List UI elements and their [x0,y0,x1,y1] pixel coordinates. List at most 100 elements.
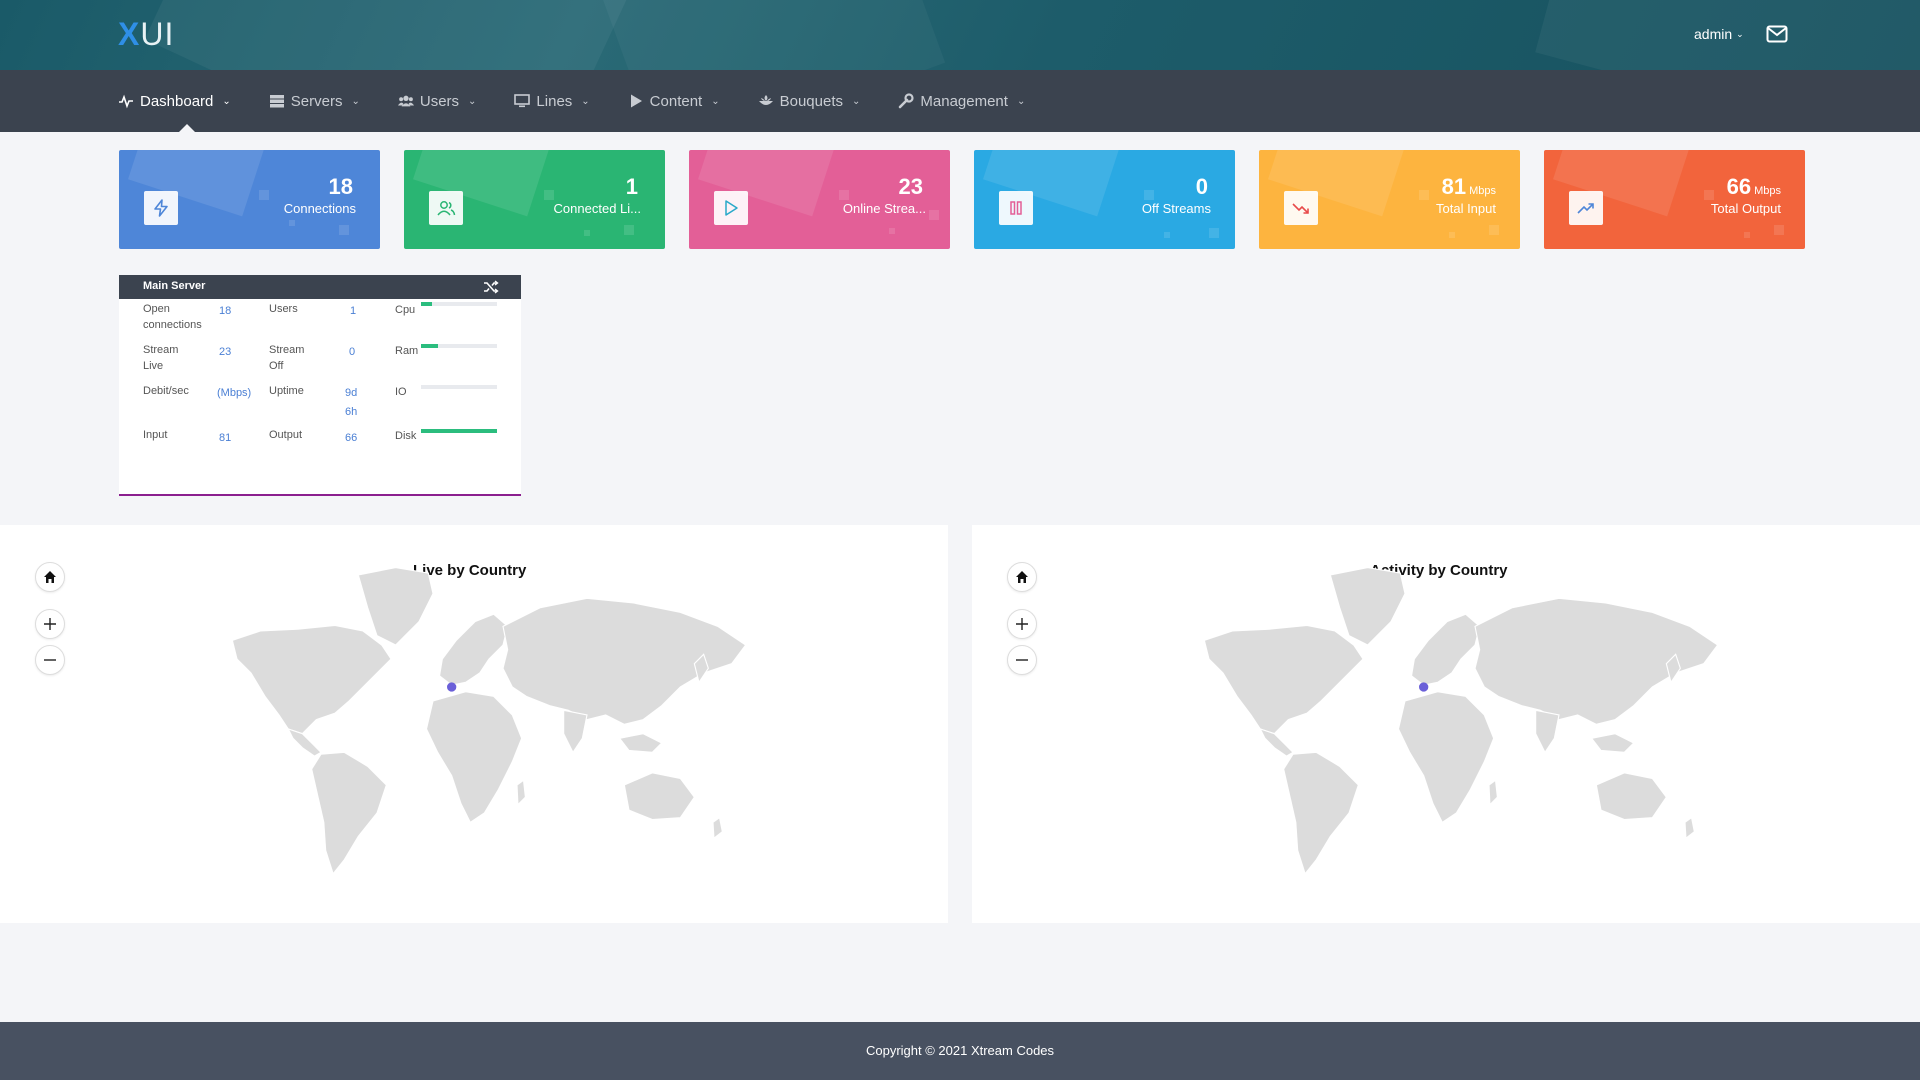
io-label: IO [395,386,407,398]
plus-icon [1016,618,1028,630]
users-label: Users [269,303,298,315]
card-label: Total Input [1436,201,1496,216]
main-nav: Dashboard ⌄ Servers ⌄ Users ⌄ Lines ⌄ Conten… [0,70,1920,132]
map-home-button[interactable] [35,562,65,592]
users-value: 1 [350,305,357,317]
map-panel-live: Live by Country [0,525,948,923]
pause-icon [1010,201,1022,215]
debit-label: Debit/sec [143,385,189,397]
user-menu[interactable]: admin ⌄ [1694,26,1744,42]
map-home-button[interactable] [1007,562,1037,592]
disk-bar [421,429,497,433]
card-total-input[interactable]: 81 Mbps Total Input [1259,150,1520,249]
chevron-down-icon: ⌄ [1016,95,1026,107]
play-icon [630,94,642,108]
top-bar: XUI admin ⌄ [0,0,1920,70]
input-label: Input [143,429,168,441]
minus-icon [44,659,56,661]
nav-management[interactable]: Management ⌄ [898,93,1025,110]
pulse-icon [119,94,133,109]
active-nav-indicator [179,124,195,132]
home-icon [44,571,56,583]
map-panel-activity: Activity by Country [972,525,1920,923]
stream-live-value: 23 [219,346,232,358]
debit-unit: (Mbps) [217,387,252,399]
wrench-icon [899,93,914,109]
chevron-down-icon: ⌄ [711,95,720,107]
world-map[interactable] [1167,550,1727,880]
user-name: admin [1694,26,1733,42]
card-connections[interactable]: 18 Connections [119,150,380,249]
open-connections-value: 18 [219,305,232,317]
users-icon [437,201,456,216]
output-label: Output [269,429,303,441]
bolt-icon [154,199,168,217]
ram-label: Ram [395,345,419,357]
card-value: 0 [1195,174,1208,199]
trend-down-icon [1292,203,1309,214]
app-logo[interactable]: XUI [118,16,174,53]
server-panel-header: Main Server [119,275,521,299]
uptime-label: Uptime [269,385,304,397]
disk-label: Disk [395,430,417,442]
card-value: 23 [898,174,923,199]
users-icon [397,95,414,107]
chevron-down-icon: ⌄ [351,95,360,107]
cpu-bar [421,302,497,306]
stat-cards: 18 Connections 1 Connected Li... 23 Onli… [119,150,1805,249]
map-marker[interactable] [447,682,457,692]
nav-users[interactable]: Users ⌄ [397,93,476,110]
stream-off-value: 0 [349,346,356,358]
open-connections-label: Open connections [143,303,202,331]
card-label: Connected Li... [553,201,641,216]
card-connected-lines[interactable]: 1 Connected Li... [404,150,665,249]
map-zoom-in-button[interactable] [1007,609,1037,639]
copyright-text: Copyright © 2021 Xtream Codes [865,1043,1055,1058]
nav-dashboard[interactable]: Dashboard ⌄ [118,93,231,110]
stream-off-label: Stream Off [269,344,305,372]
uptime-days: 9d [345,387,358,399]
shuffle-icon[interactable] [483,279,499,295]
chevron-down-icon: ⌄ [852,95,861,107]
footer: Copyright © 2021 Xtream Codes [0,1022,1920,1080]
play-icon [725,200,738,216]
input-value: 81 [219,432,232,444]
card-value: 18 [328,174,353,199]
nav-bouquets[interactable]: Bouquets ⌄ [758,93,861,110]
map-zoom-in-button[interactable] [35,609,65,639]
map-zoom-out-button[interactable] [35,645,65,675]
card-label: Connections [283,201,356,216]
chevron-down-icon: ⌄ [222,95,231,107]
monitor-icon [514,94,531,108]
map-zoom-out-button[interactable] [1007,645,1037,675]
chevron-down-icon: ⌄ [581,95,590,107]
card-off-streams[interactable]: 0 Off Streams [974,150,1235,249]
card-total-output[interactable]: 66 Mbps Total Output [1544,150,1805,249]
card-label: Off Streams [1141,201,1211,216]
nav-content[interactable]: Content ⌄ [628,93,720,110]
card-label: Total Output [1710,201,1781,216]
bouquet-icon [758,95,773,105]
chevron-down-icon: ⌄ [1736,28,1744,39]
minus-icon [1016,659,1028,661]
nav-lines[interactable]: Lines ⌄ [514,93,590,110]
io-bar [421,385,497,389]
server-name: Main Server [143,280,206,292]
stream-live-label: Stream Live [143,344,179,372]
output-value: 66 [345,432,358,444]
card-online-streams[interactable]: 23 Online Strea... [689,150,950,249]
mail-icon[interactable] [1766,25,1788,43]
uptime-hours: 6h [345,406,358,418]
ram-bar [421,344,497,348]
card-label: Online Strea... [842,201,926,216]
trend-up-icon [1577,203,1594,214]
card-value: 1 [625,174,638,199]
cpu-label: Cpu [395,304,416,316]
world-map[interactable] [195,550,755,880]
home-icon [1016,571,1028,583]
map-marker[interactable] [1419,682,1429,692]
plus-icon [44,618,56,630]
nav-servers[interactable]: Servers ⌄ [269,93,360,110]
server-icon [269,95,284,108]
card-value: 66 Mbps [1726,174,1781,199]
